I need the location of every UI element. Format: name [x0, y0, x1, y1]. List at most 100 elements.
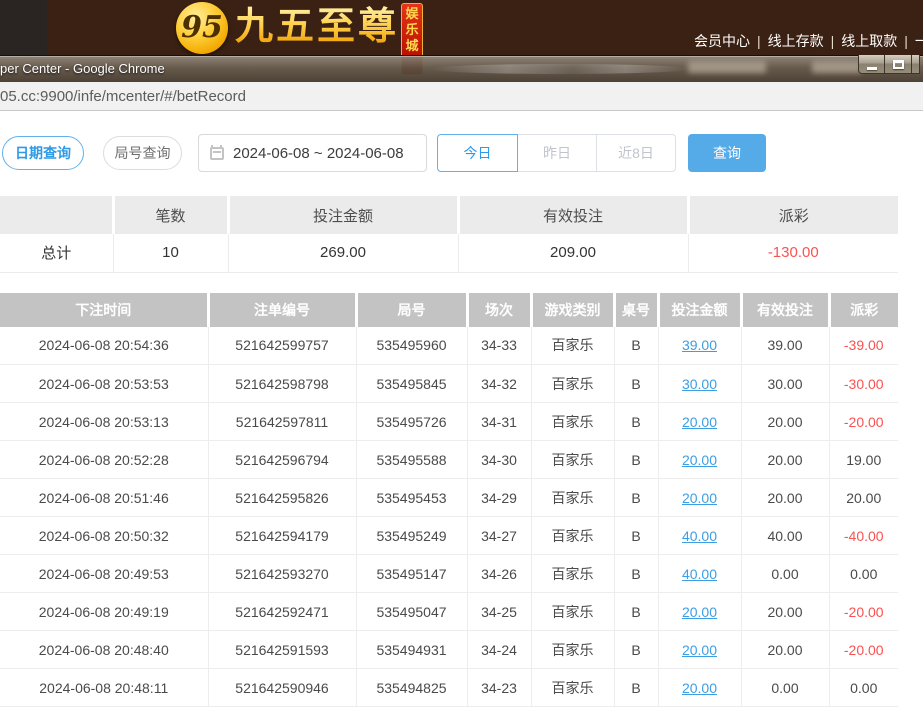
- cell-valid-bet: 20.00: [741, 593, 829, 631]
- cell-bet-time: 2024-06-08 20:53:53: [0, 365, 208, 403]
- cell-payout: 0.00: [829, 555, 898, 593]
- header-bet-amount: 投注金额: [658, 293, 741, 327]
- quick-btn-yesterday[interactable]: 昨日: [518, 134, 597, 172]
- cell-valid-bet: 20.00: [741, 631, 829, 669]
- filter-bar: 日期查询 局号查询 2024-06-08 ~ 2024-06-08 今日 昨日 …: [2, 134, 923, 172]
- badge-char: 城: [405, 38, 418, 54]
- cell-game-type: 百家乐: [531, 479, 614, 517]
- close-button[interactable]: [912, 55, 920, 74]
- nav-item-2[interactable]: 线上取款: [841, 33, 897, 49]
- cell-payout: -40.00: [829, 517, 898, 555]
- banner-nav: 会员中心 | 线上存款 | 线上取款 | 一键: [694, 31, 923, 51]
- bet-table-header-row: 下注时间注单编号局号场次游戏类别桌号投注金额有效投注派彩: [0, 293, 898, 327]
- maximize-button[interactable]: [885, 55, 912, 74]
- quick-date-group: 今日 昨日 近8日: [437, 134, 676, 172]
- cell-payout: -39.00: [829, 327, 898, 365]
- search-button[interactable]: 查询: [688, 134, 766, 172]
- cell-table-number: B: [614, 593, 658, 631]
- quick-btn-last8days[interactable]: 近8日: [597, 134, 676, 172]
- cell-table-number: B: [614, 365, 658, 403]
- summary-total-valid-bet: 209.00: [458, 234, 688, 272]
- table-row: 2024-06-08 20:50:32521642594179535495249…: [0, 517, 898, 555]
- cell-session: 34-23: [467, 669, 531, 707]
- table-row: 2024-06-08 20:53:53521642598798535495845…: [0, 365, 898, 403]
- cell-round-number: 535495249: [356, 517, 467, 555]
- cell-session: 34-33: [467, 327, 531, 365]
- cell-game-type: 百家乐: [531, 365, 614, 403]
- cell-valid-bet: 30.00: [741, 365, 829, 403]
- nav-item-0[interactable]: 会员中心: [694, 33, 750, 49]
- cell-order-number: 521642592471: [208, 593, 356, 631]
- cell-payout: -20.00: [829, 403, 898, 441]
- window-controls: [858, 55, 920, 74]
- cell-valid-bet: 40.00: [741, 517, 829, 555]
- cell-order-number: 521642599757: [208, 327, 356, 365]
- tab-round-query[interactable]: 局号查询: [103, 136, 182, 170]
- url-bar[interactable]: 05.cc:9900/infe/mcenter/#/betRecord: [0, 82, 923, 111]
- summary-header-payout: 派彩: [688, 196, 898, 234]
- cell-payout: 19.00: [829, 441, 898, 479]
- cell-bet-amount[interactable]: 30.00: [658, 365, 741, 403]
- cell-valid-bet: 20.00: [741, 403, 829, 441]
- cell-game-type: 百家乐: [531, 441, 614, 479]
- nav-separator: |: [831, 33, 835, 49]
- cell-round-number: 535495588: [356, 441, 467, 479]
- cell-bet-time: 2024-06-08 20:49:53: [0, 555, 208, 593]
- bet-record-page: { "banner": { "logo": { "monogram": "95"…: [0, 0, 923, 726]
- cell-bet-amount[interactable]: 40.00: [658, 517, 741, 555]
- casino-logo-title: 九五至尊: [235, 5, 399, 49]
- cell-bet-amount[interactable]: 20.00: [658, 669, 741, 707]
- nav-separator: |: [904, 33, 908, 49]
- cell-round-number: 535495726: [356, 403, 467, 441]
- header-game-type: 游戏类别: [531, 293, 614, 327]
- nav-separator: |: [757, 33, 761, 49]
- cell-bet-amount[interactable]: 40.00: [658, 555, 741, 593]
- cell-round-number: 535494931: [356, 631, 467, 669]
- summary-header-row: 笔数 投注金额 有效投注 派彩: [0, 196, 898, 234]
- casino-banner: 95 九五至尊 娱乐城 会员中心|线上存款|线上取款|一键: [0, 0, 923, 55]
- cell-session: 34-29: [467, 479, 531, 517]
- header-round-number: 局号: [356, 293, 467, 327]
- cell-table-number: B: [614, 403, 658, 441]
- cell-bet-time: 2024-06-08 20:49:19: [0, 593, 208, 631]
- cell-bet-amount[interactable]: 39.00: [658, 327, 741, 365]
- cell-table-number: B: [614, 517, 658, 555]
- nav-item-1[interactable]: 线上存款: [768, 33, 824, 49]
- date-range-input[interactable]: 2024-06-08 ~ 2024-06-08: [198, 134, 427, 172]
- cell-round-number: 535495845: [356, 365, 467, 403]
- header-payout: 派彩: [829, 293, 898, 327]
- cell-session: 34-24: [467, 631, 531, 669]
- summary-total-payout: -130.00: [688, 234, 898, 272]
- url-text: 05.cc:9900/infe/mcenter/#/betRecord: [0, 88, 246, 105]
- cell-session: 34-31: [467, 403, 531, 441]
- header-session: 场次: [467, 293, 531, 327]
- date-range-value: 2024-06-08 ~ 2024-06-08: [233, 145, 404, 162]
- blurred-account-info: [688, 61, 766, 73]
- cell-round-number: 535495960: [356, 327, 467, 365]
- window-titlebar: per Center - Google Chrome: [0, 55, 923, 82]
- cell-bet-time: 2024-06-08 20:51:46: [0, 479, 208, 517]
- cell-table-number: B: [614, 479, 658, 517]
- tab-date-query[interactable]: 日期查询: [2, 136, 84, 170]
- minimize-button[interactable]: [858, 55, 885, 74]
- cell-session: 34-25: [467, 593, 531, 631]
- header-valid-bet: 有效投注: [741, 293, 829, 327]
- bet-record-table: 下注时间注单编号局号场次游戏类别桌号投注金额有效投注派彩 2024-06-08 …: [0, 293, 898, 708]
- nav-item-3[interactable]: 一键: [915, 33, 923, 49]
- cell-bet-time: 2024-06-08 20:48:40: [0, 631, 208, 669]
- cell-bet-amount[interactable]: 20.00: [658, 631, 741, 669]
- maximize-icon: [893, 60, 904, 69]
- table-row: 2024-06-08 20:52:28521642596794535495588…: [0, 441, 898, 479]
- cell-bet-amount[interactable]: 20.00: [658, 403, 741, 441]
- window-title: per Center - Google Chrome: [0, 61, 165, 76]
- summary-total-count: 10: [113, 234, 228, 272]
- cell-bet-time: 2024-06-08 20:54:36: [0, 327, 208, 365]
- cell-session: 34-26: [467, 555, 531, 593]
- cell-bet-amount[interactable]: 20.00: [658, 593, 741, 631]
- cell-bet-time: 2024-06-08 20:52:28: [0, 441, 208, 479]
- cell-bet-amount[interactable]: 20.00: [658, 441, 741, 479]
- minimize-icon: [867, 67, 877, 70]
- cell-bet-amount[interactable]: 20.00: [658, 479, 741, 517]
- quick-btn-today[interactable]: 今日: [437, 134, 518, 172]
- cell-order-number: 521642590946: [208, 669, 356, 707]
